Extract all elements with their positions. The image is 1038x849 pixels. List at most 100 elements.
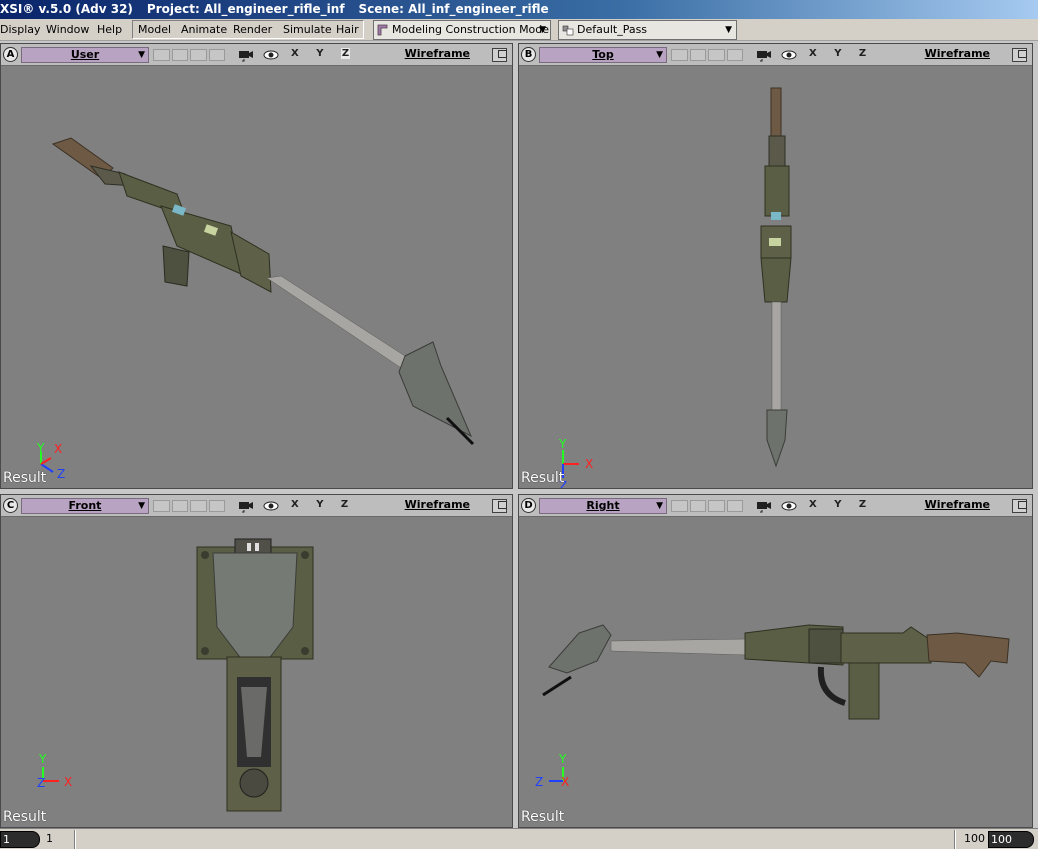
construction-mode-dropdown[interactable]: Modeling Construction Mode ▼ (373, 20, 551, 40)
viewport-result-label: Result (521, 809, 565, 825)
axis-y-label: Y (558, 752, 567, 766)
viewport-result-label: Result (521, 470, 565, 486)
chevron-down-icon: ▼ (725, 25, 732, 35)
axis-z-label: Z (57, 467, 65, 481)
maximize-viewport-button[interactable] (1012, 48, 1027, 62)
menu-help[interactable]: Help (97, 22, 122, 37)
viewport-header: D Right ▼ X Y Z Wireframe (519, 495, 1032, 517)
divider (954, 830, 956, 849)
menu-bar: Display Window Help Model Animate Render… (0, 19, 1038, 41)
camera-label: Top (592, 48, 614, 61)
title-bar: XSI® v.5.0 (Adv 32) Project: All_engineer… (0, 0, 1038, 19)
construction-mode-icon (377, 24, 388, 36)
axis-toggles[interactable]: X Y Z (809, 48, 873, 59)
display-mode-menu[interactable]: Wireframe (405, 498, 470, 511)
memo-camera-slots[interactable] (153, 49, 225, 61)
rifle-model (196, 538, 314, 812)
memo-camera-slots[interactable] (671, 49, 743, 61)
chevron-down-icon: ▼ (138, 50, 145, 60)
viewport-header: C Front ▼ X Y Z Wireframe (1, 495, 512, 517)
chevron-down-icon: ▼ (138, 501, 145, 511)
menu-hair[interactable]: Hair (336, 22, 359, 37)
menu-window[interactable]: Window (46, 22, 89, 37)
camera-dropdown[interactable]: User ▼ (21, 47, 149, 63)
camera-icon[interactable] (238, 499, 254, 513)
construction-mode-value: Modeling Construction Mode (392, 23, 550, 36)
camera-dropdown[interactable]: Top ▼ (539, 47, 667, 63)
axis-toggles[interactable]: X Y Z (809, 499, 873, 510)
chevron-down-icon: ▼ (539, 25, 546, 35)
viewport-canvas[interactable]: Y X Z (1, 66, 512, 488)
camera-label: User (70, 48, 100, 61)
display-mode-menu[interactable]: Wireframe (925, 498, 990, 511)
axis-x-label: X (561, 775, 569, 789)
app-version: XSI® v.5.0 (Adv 32) (0, 2, 133, 16)
current-frame-field[interactable]: 1 (44, 831, 72, 848)
maximize-viewport-button[interactable] (492, 499, 507, 513)
eye-icon[interactable] (263, 48, 279, 62)
display-mode-menu[interactable]: Wireframe (925, 47, 990, 60)
memo-camera-slots[interactable] (153, 500, 225, 512)
viewport-header: A User ▼ X Y Z Wireframe (1, 44, 512, 66)
viewport-d[interactable]: D Right ▼ X Y Z Wireframe Y Z X Result (518, 494, 1033, 828)
frame-end-field[interactable]: 100 (988, 831, 1034, 848)
scene-name: Scene: All_inf_engineer_rifle (358, 2, 549, 16)
axis-z-label: Z (535, 775, 543, 789)
frame-end-label: 100 (964, 832, 985, 845)
rifle-model (760, 87, 792, 468)
viewport-letter[interactable]: C (3, 498, 18, 513)
camera-icon[interactable] (756, 48, 772, 62)
camera-dropdown[interactable]: Right ▼ (539, 498, 667, 514)
viewport-canvas[interactable]: Y X Z (1, 517, 512, 827)
camera-icon[interactable] (238, 48, 254, 62)
pass-icon (562, 25, 574, 36)
camera-label: Front (68, 499, 102, 512)
viewport-letter[interactable]: B (521, 47, 536, 62)
chevron-down-icon: ▼ (656, 501, 663, 511)
display-mode-menu[interactable]: Wireframe (405, 47, 470, 60)
menu-simulate[interactable]: Simulate (283, 22, 332, 37)
xsi-application: XSI® v.5.0 (Adv 32) Project: All_engineer… (0, 0, 1038, 849)
axis-y-label: Y (38, 752, 47, 766)
viewport-b[interactable]: B Top ▼ X Y Z Wireframe Y X Z Result (518, 43, 1033, 489)
viewport-result-label: Result (3, 809, 47, 825)
menu-render[interactable]: Render (233, 22, 272, 37)
menu-animate[interactable]: Animate (181, 22, 227, 37)
camera-icon[interactable] (756, 499, 772, 513)
render-pass-value: Default_Pass (577, 23, 648, 36)
timeline-bar: 1 1 100 100 (0, 828, 1038, 849)
viewport-header: B Top ▼ X Y Z Wireframe (519, 44, 1032, 66)
viewport-canvas[interactable]: Y X Z (519, 66, 1032, 488)
viewport-canvas[interactable]: Y Z X (519, 517, 1032, 827)
project-name: Project: All_engineer_rifle_inf (146, 2, 345, 16)
frame-start-field[interactable]: 1 (0, 831, 40, 848)
camera-dropdown[interactable]: Front ▼ (21, 498, 149, 514)
axis-gizmo: Y X Z (37, 752, 72, 790)
viewport-letter[interactable]: A (3, 47, 18, 62)
eye-icon[interactable] (263, 499, 279, 513)
render-pass-dropdown[interactable]: Default_Pass ▼ (558, 20, 737, 40)
maximize-viewport-button[interactable] (1012, 499, 1027, 513)
viewport-c[interactable]: C Front ▼ X Y Z Wireframe Y X Z Result (0, 494, 513, 828)
axis-toggles[interactable]: X Y Z (291, 499, 355, 510)
axis-y-label: Y (558, 437, 567, 451)
axis-gizmo: Y Z X (535, 752, 569, 789)
viewport-a[interactable]: A User ▼ X Y Z Wireframe Y X Z Result (0, 43, 513, 489)
eye-icon[interactable] (781, 499, 797, 513)
axis-y-label: Y (36, 441, 45, 455)
axis-x-label: X (64, 775, 72, 789)
rifle-model (51, 137, 475, 446)
axis-toggles[interactable]: X Y Z (291, 48, 351, 59)
menu-model[interactable]: Model (138, 22, 171, 37)
viewport-result-label: Result (3, 470, 47, 486)
camera-label: Right (586, 499, 620, 512)
viewport-letter[interactable]: D (521, 498, 536, 513)
eye-icon[interactable] (781, 48, 797, 62)
axis-x-label: X (585, 457, 593, 471)
menu-display[interactable]: Display (0, 22, 41, 37)
memo-camera-slots[interactable] (671, 500, 743, 512)
axis-z-label: Z (37, 776, 45, 790)
chevron-down-icon: ▼ (656, 50, 663, 60)
axis-x-label: X (54, 442, 62, 456)
maximize-viewport-button[interactable] (492, 48, 507, 62)
